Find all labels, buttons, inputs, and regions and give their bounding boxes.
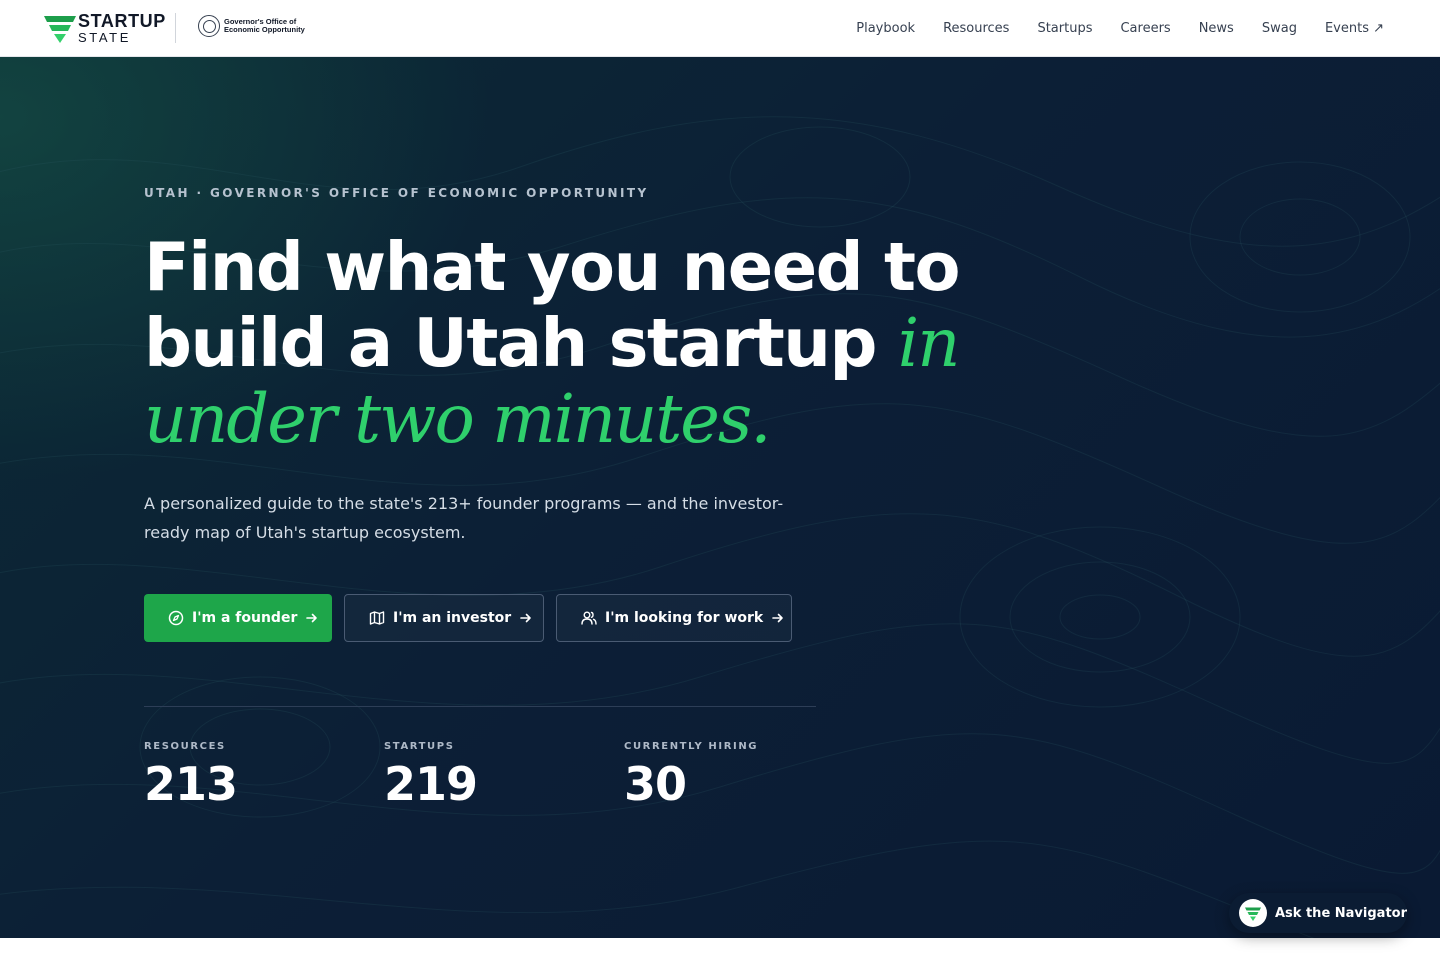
logo-wordmark: STARTUP STATE — [78, 12, 166, 44]
nav-playbook[interactable]: Playbook — [856, 21, 915, 36]
main-nav: Playbook Resources Startups Careers News… — [828, 0, 1384, 56]
nav-swag[interactable]: Swag — [1262, 21, 1297, 36]
nav-events[interactable]: Events ↗ — [1325, 21, 1384, 36]
hero-section: UTAH · GOVERNOR'S OFFICE OF ECONOMIC OPP… — [0, 57, 1440, 938]
stat-label: CURRENTLY HIRING — [624, 741, 759, 752]
investor-button-label: I'm an investor — [393, 610, 512, 626]
logo-divider — [175, 13, 176, 43]
state-seal-icon — [198, 15, 220, 37]
stat-hiring: CURRENTLY HIRING 30 — [624, 741, 758, 810]
stat-label: RESOURCES — [144, 741, 226, 752]
compass-icon — [168, 610, 184, 626]
work-button-label: I'm looking for work — [605, 610, 764, 626]
map-icon — [369, 611, 385, 625]
investor-button[interactable]: I'm an investor — [344, 594, 544, 642]
founder-button-label: I'm a founder — [192, 610, 298, 626]
stat-startups: STARTUPS 219 — [384, 741, 478, 811]
startup-state-logo[interactable]: STARTUP STATE — [44, 12, 166, 44]
nav-startups[interactable]: Startups — [1037, 21, 1092, 36]
navigator-label: Ask the Navigator — [1275, 905, 1407, 921]
users-icon — [581, 611, 597, 625]
goeo-line-2: Economic Opportunity — [224, 25, 305, 34]
arrow-right-icon — [772, 613, 784, 623]
hero-subhead: A personalized guide to the state's 213+… — [144, 494, 784, 542]
goeo-logo[interactable]: Governor's Office of Economic Opportunit… — [198, 15, 305, 37]
goeo-wordmark: Governor's Office of Economic Opportunit… — [224, 18, 305, 34]
founder-button[interactable]: I'm a founder — [144, 594, 332, 642]
nav-careers[interactable]: Careers — [1120, 21, 1170, 36]
nav-news[interactable]: News — [1199, 21, 1234, 36]
startup-state-logo-icon — [44, 16, 76, 43]
hero-eyebrow: UTAH · GOVERNOR'S OFFICE OF ECONOMIC OPP… — [144, 186, 649, 200]
stats-divider — [144, 706, 816, 707]
stat-value: 219 — [384, 757, 478, 811]
navigator-badge — [1239, 899, 1267, 927]
nav-resources[interactable]: Resources — [943, 21, 1009, 36]
headline-plain: Find what you need to build a Utah start… — [144, 228, 961, 382]
logo-line-1: STARTUP — [78, 11, 166, 31]
logo-line-2: STATE — [78, 30, 131, 45]
arrow-right-icon — [520, 613, 531, 623]
stat-value: 213 — [144, 757, 238, 811]
stat-value: 30 — [624, 757, 687, 811]
stat-resources: RESOURCES 213 — [144, 741, 238, 811]
ask-navigator-button[interactable]: Ask the Navigator — [1229, 893, 1407, 933]
work-button[interactable]: I'm looking for work — [556, 594, 792, 642]
site-header: STARTUP STATE Governor's Office of Econo… — [0, 0, 1440, 57]
startup-state-logo-icon — [1245, 907, 1261, 921]
stat-label: STARTUPS — [384, 741, 455, 752]
arrow-right-icon — [306, 613, 318, 623]
hero-headline: Find what you need to build a Utah start… — [144, 229, 964, 457]
